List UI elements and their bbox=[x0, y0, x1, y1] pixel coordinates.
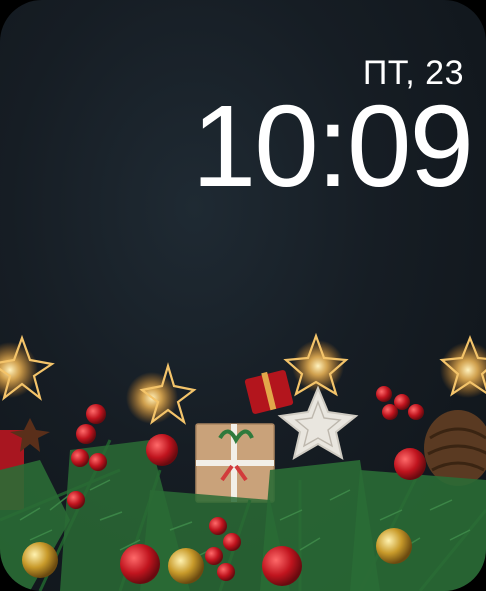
watch-face[interactable]: ПТ, 23 10:09 bbox=[0, 0, 486, 591]
pinecone bbox=[424, 410, 486, 486]
christmas-decoration-image bbox=[0, 332, 486, 591]
kraft-gift-box bbox=[195, 423, 275, 503]
time-display: 10:09 bbox=[191, 81, 474, 211]
red-gift-small bbox=[244, 370, 294, 414]
